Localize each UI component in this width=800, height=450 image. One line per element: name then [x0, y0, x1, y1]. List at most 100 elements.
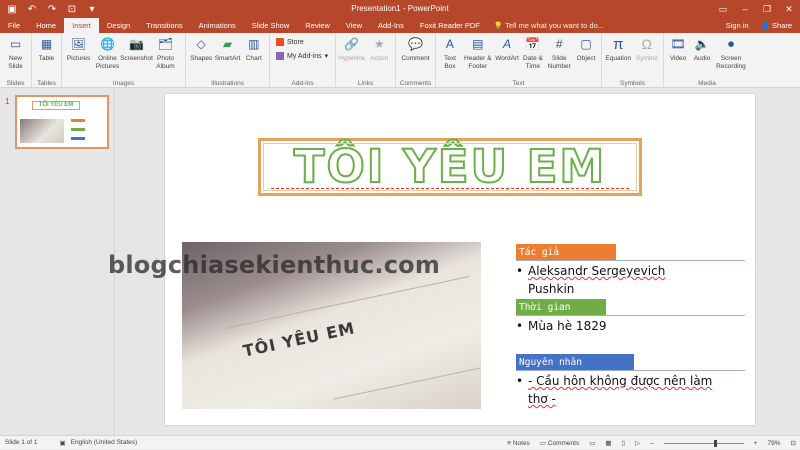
comments-icon: ▭ — [539, 440, 546, 447]
zoom-slider-thumb[interactable] — [713, 439, 717, 447]
redo-icon[interactable]: ↷ — [46, 4, 58, 15]
title-bar: ▣ ↶ ↷ ⊡ ▾ Presentation1 - PowerPoint ▭ –… — [0, 0, 800, 18]
video-label: Video — [669, 55, 687, 62]
shapes-icon: ◇ — [196, 36, 206, 51]
slide-title: TÔI YÊU EM — [293, 140, 607, 193]
tab-view[interactable]: View — [338, 18, 370, 33]
comments-button[interactable]: ▭ Comments — [540, 439, 579, 447]
normal-view-icon[interactable]: ▭ — [589, 439, 595, 447]
calendar-icon: 📅 — [525, 36, 541, 51]
action-star-icon: ★ — [373, 36, 385, 51]
tab-file[interactable]: File — [0, 18, 28, 33]
photo-album-label: Photo Album — [156, 55, 175, 70]
screen-recording-label: Screen Recording — [716, 55, 746, 70]
share-button[interactable]: 👤 Share — [761, 18, 792, 33]
bullet-dot: • — [516, 319, 524, 333]
ribbon-tabs: File Home Insert Design Transitions Anim… — [0, 18, 800, 33]
group-label-images: Images — [112, 80, 135, 87]
store-label: Store — [287, 38, 304, 46]
tab-home[interactable]: Home — [28, 18, 64, 33]
author-line-1: Aleksandr Sergeyevich — [528, 264, 666, 278]
ribbon: ▭ New Slide Slides ▦ Table Tables 🖼 Picture… — [0, 33, 800, 88]
fit-to-window-icon[interactable]: ⊡ — [791, 439, 796, 447]
ribbon-options-icon[interactable]: ▭ — [712, 0, 734, 18]
group-tables: ▦ Table Tables — [32, 33, 62, 88]
shapes-label: Shapes — [190, 55, 213, 62]
tab-slide-show[interactable]: Slide Show — [244, 18, 298, 33]
store-icon — [276, 38, 284, 46]
group-text: A Text Box ▤ Header & Footer A WordArt 📅 Dat… — [436, 33, 602, 88]
audio-label: Audio — [693, 55, 711, 62]
page-edge-line — [333, 365, 481, 400]
title-placeholder[interactable]: TÔI YÊU EM — [258, 138, 642, 196]
tab-transitions[interactable]: Transitions — [138, 18, 190, 33]
camera-icon: 📷 — [129, 36, 144, 51]
author-bullet: • Aleksandr Sergeyevich Pushkin — [516, 262, 665, 298]
tell-me-box[interactable]: 💡 Tell me what you want to do... — [494, 18, 604, 33]
reason-line-2: thơ - — [528, 392, 556, 406]
notes-label: Notes — [512, 439, 530, 447]
my-add-ins-icon — [276, 52, 284, 60]
save-icon[interactable]: ▣ — [6, 4, 18, 15]
thumbnail-header-1 — [71, 119, 85, 122]
sign-in-link[interactable]: Sign in — [726, 18, 749, 33]
group-media: 🎞 Video 🔈 Audio ⏺ Screen Recording Media — [664, 33, 750, 88]
thumbnail-image — [20, 119, 64, 143]
tab-review[interactable]: Review — [297, 18, 338, 33]
close-icon[interactable]: ✕ — [778, 0, 800, 18]
group-label-links: Links — [357, 80, 374, 87]
smartart-icon: ▰ — [222, 36, 233, 51]
zoom-in-icon[interactable]: + — [754, 440, 758, 447]
omega-icon: Ω — [641, 35, 652, 52]
group-label-tables: Tables — [37, 80, 56, 87]
speaker-icon: 🔈 — [694, 36, 710, 51]
tab-design[interactable]: Design — [99, 18, 138, 33]
group-label-add-ins: Add-ins — [291, 80, 314, 87]
tab-insert[interactable]: Insert — [64, 18, 99, 33]
my-add-ins-label: My Add-ins — [287, 52, 322, 60]
text-box-icon: A — [445, 36, 454, 51]
group-label-text: Text — [512, 80, 525, 87]
zoom-out-icon[interactable]: – — [650, 440, 654, 447]
spelling-icon[interactable]: ▣ — [60, 439, 66, 447]
language-status[interactable]: English (United States) — [71, 439, 137, 446]
hyperlink-icon: 🔗 — [344, 36, 360, 51]
online-pictures-label: Online Pictures — [95, 55, 120, 70]
thumbnail-header-2 — [71, 128, 85, 131]
section-divider — [516, 260, 745, 261]
bullet-dot: • — [516, 374, 524, 388]
reason-bullet: • - Cầu hôn không được nên làm thơ - — [516, 372, 712, 408]
zoom-slider[interactable] — [663, 439, 744, 447]
pictures-icon: 🖼 — [70, 36, 87, 51]
object-label: Object — [576, 55, 596, 62]
slide-thumbnail-1[interactable]: TÔI YÊU EM — [15, 95, 109, 149]
object-icon: ▢ — [580, 36, 592, 51]
date-time-label: Date & Time — [522, 55, 543, 70]
slideshow-icon[interactable]: ▷ — [635, 439, 640, 447]
tell-me-text: Tell me what you want to do... — [505, 21, 604, 30]
restore-icon[interactable]: ❐ — [756, 0, 778, 18]
slide-sorter-icon[interactable]: ▦ — [605, 439, 611, 447]
store-button[interactable]: Store — [276, 38, 328, 46]
tab-foxit[interactable]: Foxit Reader PDF — [412, 18, 488, 33]
equation-label: Equation — [605, 55, 632, 62]
zoom-level[interactable]: 79% — [768, 440, 781, 447]
thumbnail-title: TÔI YÊU EM — [32, 101, 80, 110]
chart-label: Chart — [245, 55, 262, 62]
wordart-icon: A — [503, 36, 512, 51]
section-header-time: Thời gian — [516, 299, 606, 316]
notes-button[interactable]: ≡ Notes — [507, 440, 530, 447]
reading-view-icon[interactable]: ▯ — [622, 439, 626, 447]
photo-book-title: TÔI YÊU EM — [241, 318, 357, 361]
undo-icon[interactable]: ↶ — [26, 4, 38, 15]
minimize-icon[interactable]: – — [734, 0, 756, 18]
table-icon: ▦ — [40, 36, 53, 51]
start-icon[interactable]: ⊡ — [66, 4, 78, 15]
customize-icon[interactable]: ▾ — [86, 4, 98, 15]
tab-add-ins[interactable]: Add-Ins — [370, 18, 412, 33]
my-add-ins-button[interactable]: My Add-ins ▾ — [276, 52, 328, 60]
time-bullet: • Mùa hè 1829 — [516, 317, 606, 335]
tab-animations[interactable]: Animations — [191, 18, 244, 33]
group-symbols: π Equation Ω Symbol Symbols — [602, 33, 664, 88]
hyperlink-label: Hyperlink — [338, 55, 366, 62]
